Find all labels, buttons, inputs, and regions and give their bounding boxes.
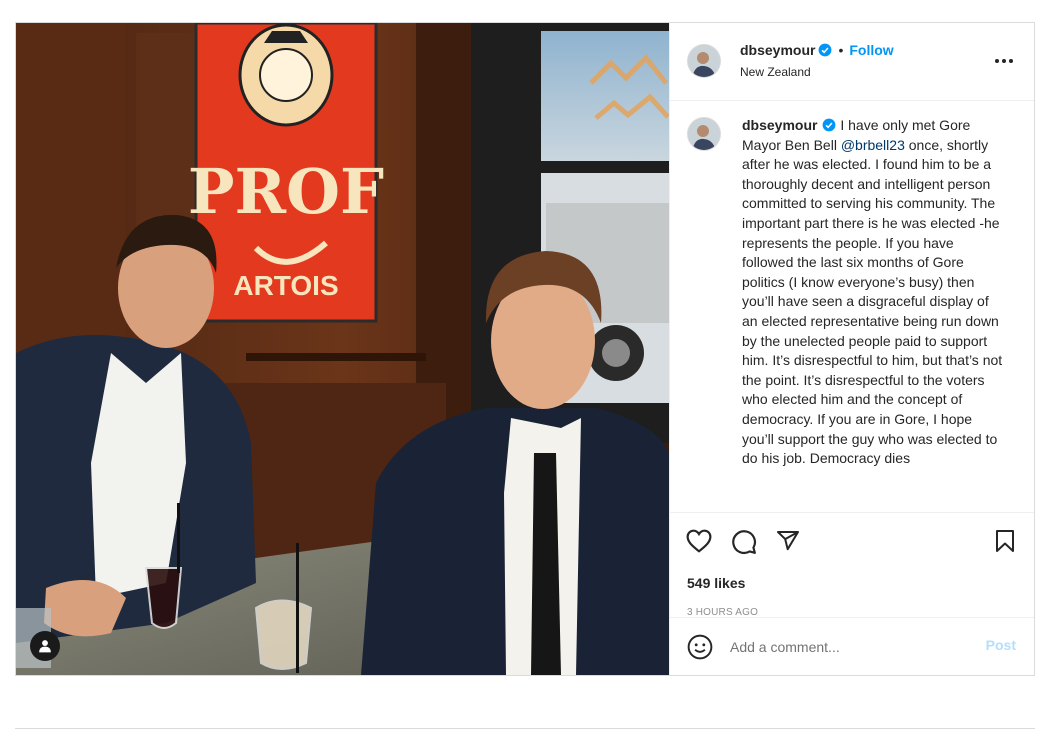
- emoji-button[interactable]: [687, 634, 713, 665]
- post-caption: dbseymour I have only met Gore Mayor Ben…: [742, 116, 1004, 469]
- like-count[interactable]: 549 likes: [687, 575, 745, 591]
- more-options-button[interactable]: [992, 51, 1016, 71]
- follow-button[interactable]: Follow: [849, 42, 893, 58]
- comment-input[interactable]: [728, 634, 952, 660]
- avatar-image: [688, 45, 720, 77]
- post-location[interactable]: New Zealand: [740, 65, 811, 79]
- caption-author-avatar[interactable]: [687, 117, 721, 151]
- post-side-panel: dbseymour • Follow New Zealand dbseymour…: [669, 23, 1034, 675]
- comment-button[interactable]: [731, 529, 757, 560]
- post-comment-button[interactable]: Post: [986, 637, 1016, 653]
- comments-area[interactable]: dbseymour I have only met Gore Mayor Ben…: [670, 100, 1034, 512]
- sign-subtitle: ARTOIS: [233, 270, 338, 301]
- sign-title: PROF: [188, 155, 384, 228]
- page-divider: [15, 728, 1035, 729]
- author-username[interactable]: dbseymour: [740, 42, 815, 58]
- more-options-icon: [995, 59, 1013, 63]
- user-tag-icon: [39, 640, 51, 653]
- save-button[interactable]: [994, 529, 1016, 558]
- caption-text-rest: once, shortly after he was elected. I fo…: [742, 136, 1003, 467]
- user-tag-button[interactable]: [30, 631, 60, 661]
- bookmark-icon: [996, 530, 1014, 552]
- like-button[interactable]: [686, 529, 712, 558]
- header-separator: •: [838, 42, 844, 58]
- share-icon: [777, 531, 799, 551]
- author-avatar[interactable]: [687, 44, 721, 78]
- emoji-icon: [687, 634, 713, 660]
- heart-icon: [686, 529, 712, 553]
- post-image: PROF ARTOIS: [16, 23, 669, 675]
- caption-username[interactable]: dbseymour: [742, 117, 817, 133]
- share-button[interactable]: [775, 529, 801, 558]
- header-user-line: dbseymour • Follow: [740, 42, 894, 60]
- post-header: dbseymour • Follow New Zealand: [670, 23, 1034, 101]
- post-photo[interactable]: PROF ARTOIS: [16, 23, 669, 675]
- comment-form: Post: [670, 617, 1034, 675]
- post-card: PROF ARTOIS dbseymour • Follow New Zeala…: [15, 22, 1035, 676]
- comment-icon: [732, 530, 757, 555]
- verified-badge-icon: [823, 118, 836, 132]
- caption-mention-link[interactable]: @brbell23: [841, 137, 905, 153]
- avatar-image: [688, 118, 720, 150]
- verified-badge-icon: [819, 43, 832, 57]
